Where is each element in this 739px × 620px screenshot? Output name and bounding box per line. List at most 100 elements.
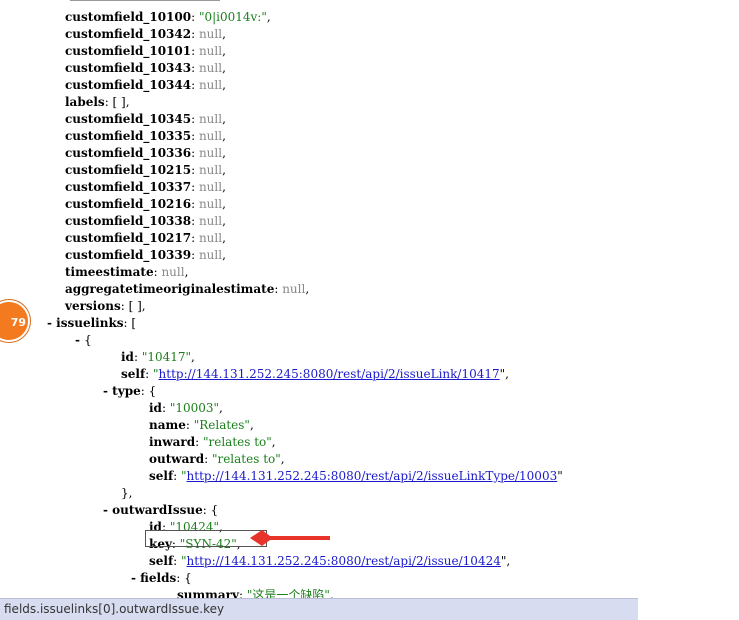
json-key: customfield_10339 (65, 248, 192, 262)
json-key: labels (65, 95, 105, 109)
json-line: customfield_10100: "0|i0014v:", (65, 10, 271, 24)
json-value: null (198, 112, 223, 126)
json-key: id (149, 401, 162, 415)
json-line: name: "Relates", (149, 418, 254, 432)
json-line: customfield_10215: null, (65, 163, 226, 177)
json-line: inward: "relates to", (149, 435, 276, 449)
json-value: "relates to" (202, 435, 272, 449)
collapse-toggle[interactable]: - (103, 384, 112, 398)
json-value: null (198, 163, 223, 177)
json-line: labels: [ ], (65, 95, 130, 109)
json-punct: , (305, 282, 310, 296)
collapse-toggle[interactable]: - (103, 503, 112, 517)
json-value: null (198, 61, 223, 75)
json-line: customfield_10345: null, (65, 112, 226, 126)
json-key: name (149, 418, 186, 432)
json-key: customfield_10101 (65, 44, 192, 58)
json-line: - issuelinks: [ (47, 316, 137, 330)
json-punct: , (329, 588, 334, 598)
json-value: null (198, 197, 223, 211)
json-key: timeestimate (65, 265, 154, 279)
json-line: customfield_10336: null, (65, 146, 226, 160)
json-key: customfield_10345 (65, 112, 192, 126)
json-line: versions: [ ], (65, 299, 146, 313)
status-bar: fields.issuelinks[0].outwardIssue.key (0, 598, 638, 620)
json-value: null (198, 146, 223, 160)
json-line: customfield_10335: null, (65, 129, 226, 143)
json-line: self: "http://144.131.252.245:8080/rest/… (121, 367, 509, 381)
json-punct: , (222, 214, 226, 228)
json-key: customfield_10344 (65, 78, 192, 92)
collapse-toggle[interactable]: - (47, 316, 56, 330)
collapse-toggle[interactable]: - (131, 571, 140, 585)
json-key: inward (149, 435, 196, 449)
json-value: "Relates" (193, 418, 250, 432)
json-line: - outwardIssue: { (103, 503, 219, 517)
json-value: "这是一个缺陷" (246, 588, 330, 598)
json-punct: , (222, 197, 226, 211)
json-punct: , (280, 452, 285, 466)
json-line: }, (121, 485, 132, 502)
json-key: customfield_10216 (65, 197, 192, 211)
json-key: aggregatetimeoriginalestimate (65, 282, 275, 296)
json-punct: , (222, 146, 226, 160)
json-punct: , (184, 265, 189, 279)
json-key: customfield_10217 (65, 231, 192, 245)
json-key: type (112, 384, 141, 398)
json-value: null (282, 282, 306, 296)
json-line: outward: "relates to", (149, 452, 285, 466)
json-value: }, (121, 486, 133, 500)
json-line: customfield_10343: null, (65, 61, 226, 75)
json-value: { (210, 503, 219, 517)
json-line: customfield_10217: null, (65, 231, 226, 245)
json-key: self (149, 469, 174, 483)
json-value: null (198, 248, 223, 262)
json-punct: , (141, 299, 146, 313)
json-line: customfield_10338: null, (65, 214, 226, 228)
json-link[interactable]: http://144.131.252.245:8080/rest/api/2/i… (187, 554, 501, 568)
json-punct: ", (500, 554, 511, 568)
json-punct: , (222, 112, 226, 126)
json-line: customfield_10216: null, (65, 197, 226, 211)
json-value: [ ] (112, 95, 126, 109)
json-punct: " (557, 469, 563, 483)
json-value: null (198, 231, 223, 245)
json-key: self (121, 367, 146, 381)
json-line: customfield_10344: null, (65, 78, 226, 92)
json-punct: , (222, 163, 226, 177)
json-link[interactable]: http://144.131.252.245:8080/rest/api/2/i… (159, 367, 500, 381)
json-punct: , (125, 95, 130, 109)
json-link[interactable]: http://144.131.252.245:8080/rest/api/2/i… (187, 469, 558, 483)
json-key: customfield_10342 (65, 27, 192, 41)
json-line: timeestimate: null, (65, 265, 189, 279)
json-punct: , (222, 27, 226, 41)
json-value: null (198, 214, 223, 228)
json-line: customfield_10339: null, (65, 248, 226, 262)
collapse-toggle[interactable]: - (75, 333, 84, 347)
json-line: aggregatetimeoriginalestimate: null, (65, 282, 310, 296)
json-key: customfield_10343 (65, 61, 192, 75)
json-line: customfield_10101: null, (65, 44, 226, 58)
json-value: null (198, 129, 223, 143)
json-key: customfield_10338 (65, 214, 192, 228)
json-line: - fields: { (131, 571, 192, 585)
json-value: null (198, 78, 223, 92)
badge-count: 79 (10, 316, 26, 329)
json-value: null (161, 265, 185, 279)
json-value: null (198, 27, 223, 41)
json-key: fields (140, 571, 177, 585)
json-line: self: "http://144.131.252.245:8080/rest/… (149, 554, 511, 568)
json-value: { (184, 571, 192, 585)
json-punct: , (266, 10, 271, 24)
json-punct: , (222, 78, 226, 92)
json-key: customfield_10215 (65, 163, 192, 177)
json-value: "relates to" (211, 452, 281, 466)
json-punct: , (222, 129, 226, 143)
json-punct: , (222, 180, 226, 194)
json-value: "0|i0014v:" (198, 10, 267, 24)
json-punct: , (222, 44, 226, 58)
json-key: id (121, 350, 134, 364)
json-key: summary (177, 588, 239, 598)
json-key: customfield_10336 (65, 146, 192, 160)
json-value: { (148, 384, 157, 398)
